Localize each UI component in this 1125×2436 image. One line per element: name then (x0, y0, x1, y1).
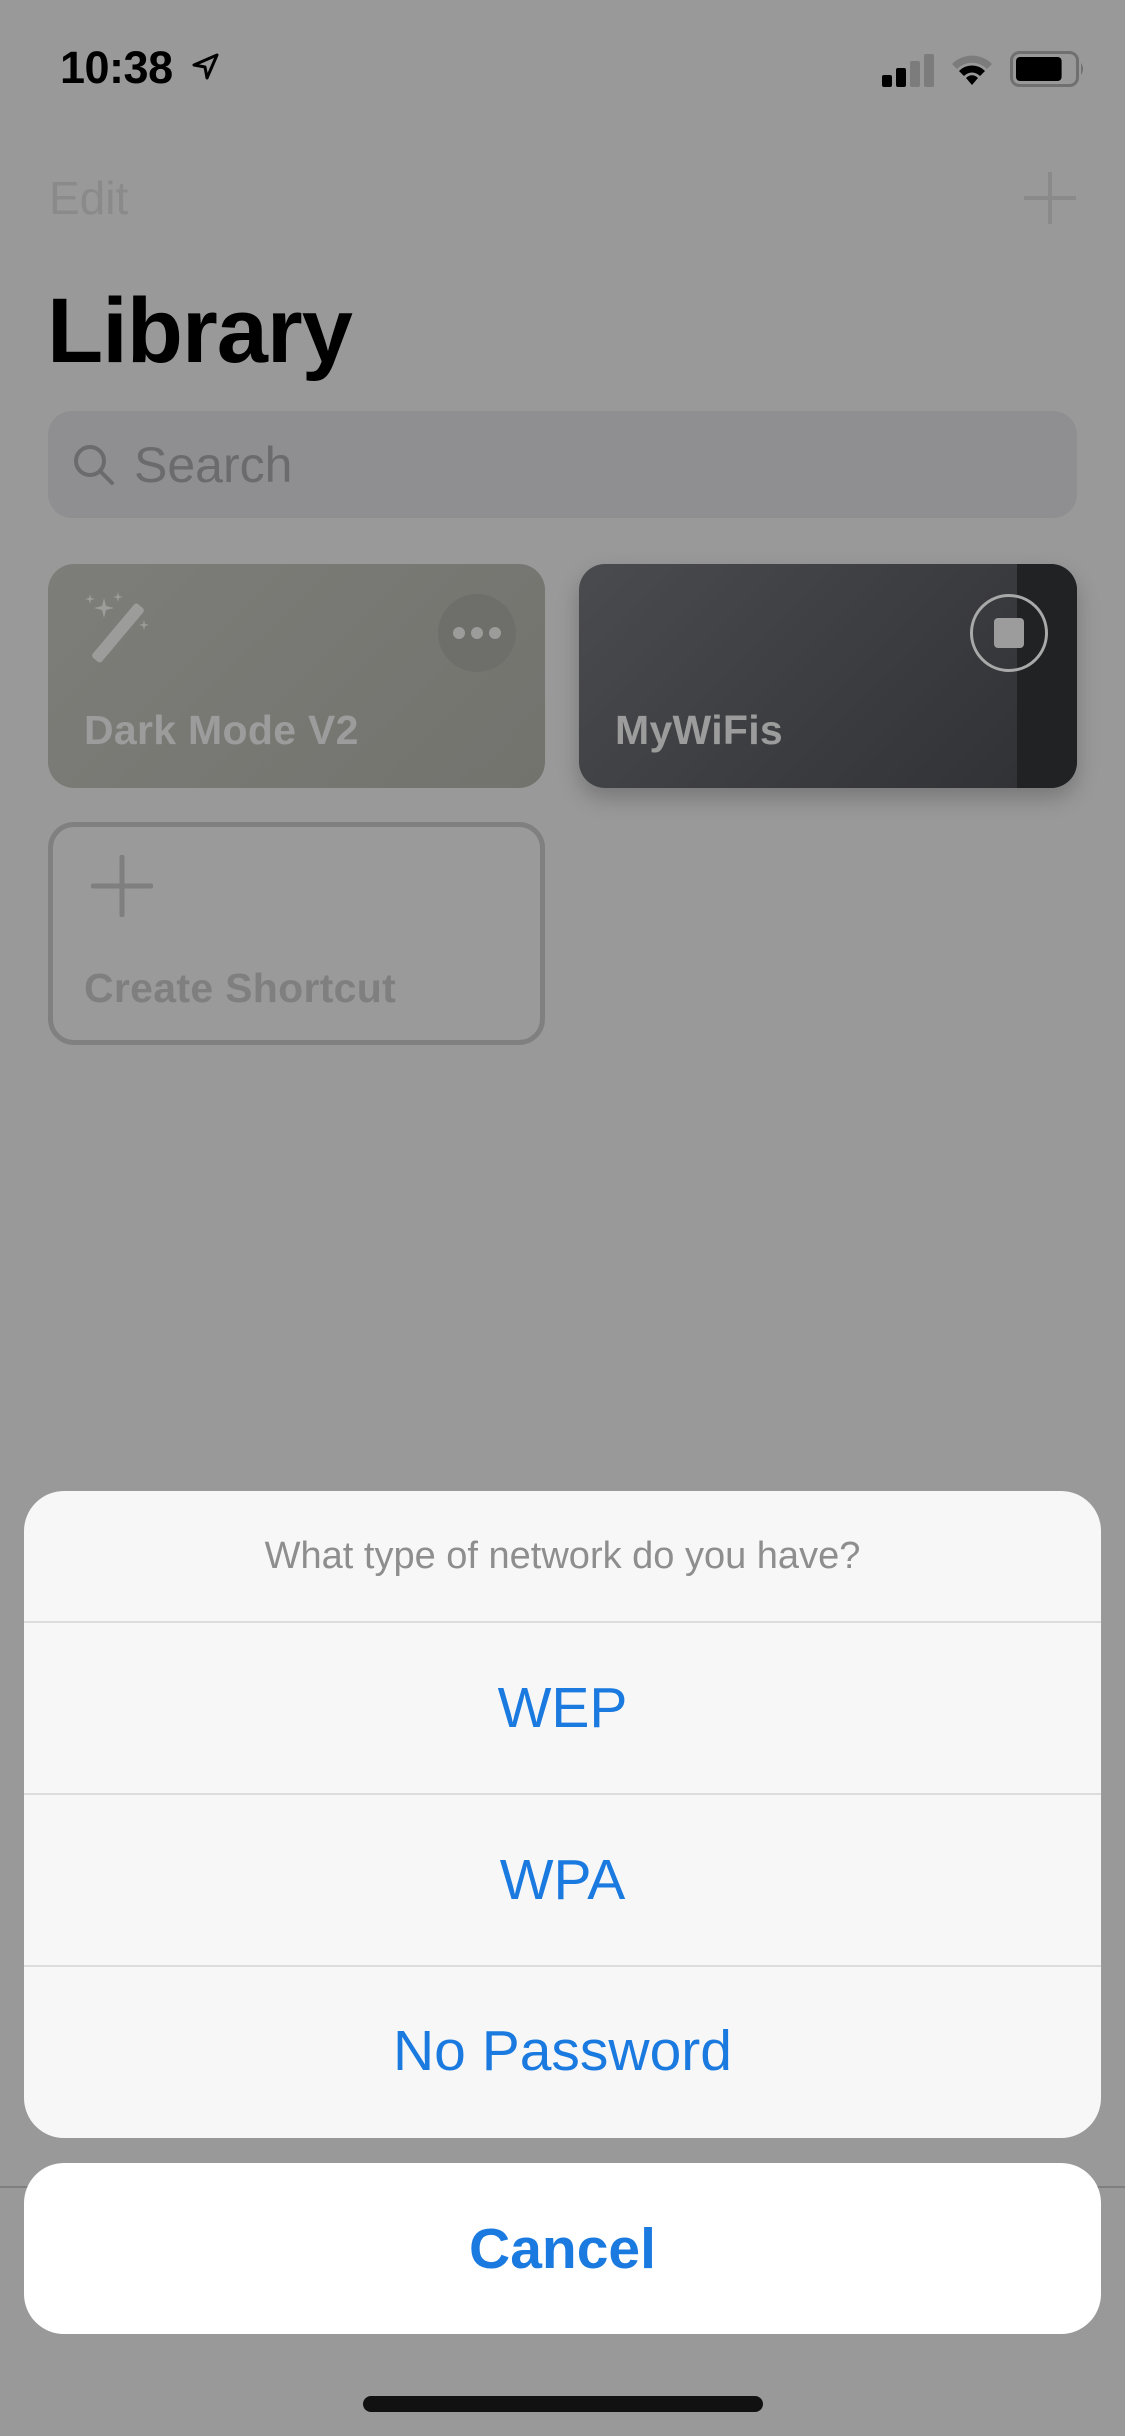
create-shortcut-card[interactable]: Create Shortcut (48, 822, 545, 1045)
page-title: Library (47, 280, 353, 382)
wifi-icon (952, 55, 992, 85)
signal-bar (896, 68, 906, 87)
cancel-button[interactable]: Cancel (24, 2163, 1101, 2334)
ellipsis-dot (489, 627, 501, 639)
action-sheet-message: What type of network do you have? (24, 1491, 1101, 1623)
location-arrow-icon (192, 53, 219, 80)
create-shortcut-label: Create Shortcut (84, 965, 397, 1011)
stop-button[interactable] (970, 594, 1048, 672)
signal-bar (882, 75, 892, 87)
ellipsis-dot (471, 627, 483, 639)
option-wep[interactable]: WEP (24, 1623, 1101, 1795)
add-shortcut-button[interactable] (1022, 170, 1078, 226)
shortcut-title: MyWiFis (615, 707, 784, 753)
home-indicator[interactable] (363, 2396, 763, 2412)
edit-button[interactable]: Edit (49, 170, 128, 226)
magic-wand-icon (85, 592, 149, 663)
plus-icon (1024, 172, 1076, 224)
status-time: 10:38 (60, 42, 173, 93)
search-field[interactable] (48, 411, 1077, 518)
option-no-password[interactable]: No Password (24, 1967, 1101, 2134)
search-input[interactable] (134, 435, 1034, 494)
cellular-signal-icon (882, 54, 934, 87)
stop-icon (994, 618, 1024, 648)
plus-icon (91, 855, 153, 917)
option-wpa[interactable]: WPA (24, 1795, 1101, 1967)
signal-bar (910, 61, 920, 87)
more-options-button[interactable] (438, 594, 516, 672)
action-sheet: What type of network do you have? WEP WP… (24, 1491, 1101, 2138)
signal-bar (924, 54, 934, 87)
shortcut-title: Dark Mode V2 (84, 707, 359, 753)
search-icon (74, 444, 114, 485)
ellipsis-dot (453, 627, 465, 639)
shortcut-card-mywifis[interactable]: MyWiFis (579, 564, 1077, 788)
shortcut-card-dark-mode-v2[interactable]: Dark Mode V2 (48, 564, 545, 788)
battery-icon (1010, 51, 1083, 87)
